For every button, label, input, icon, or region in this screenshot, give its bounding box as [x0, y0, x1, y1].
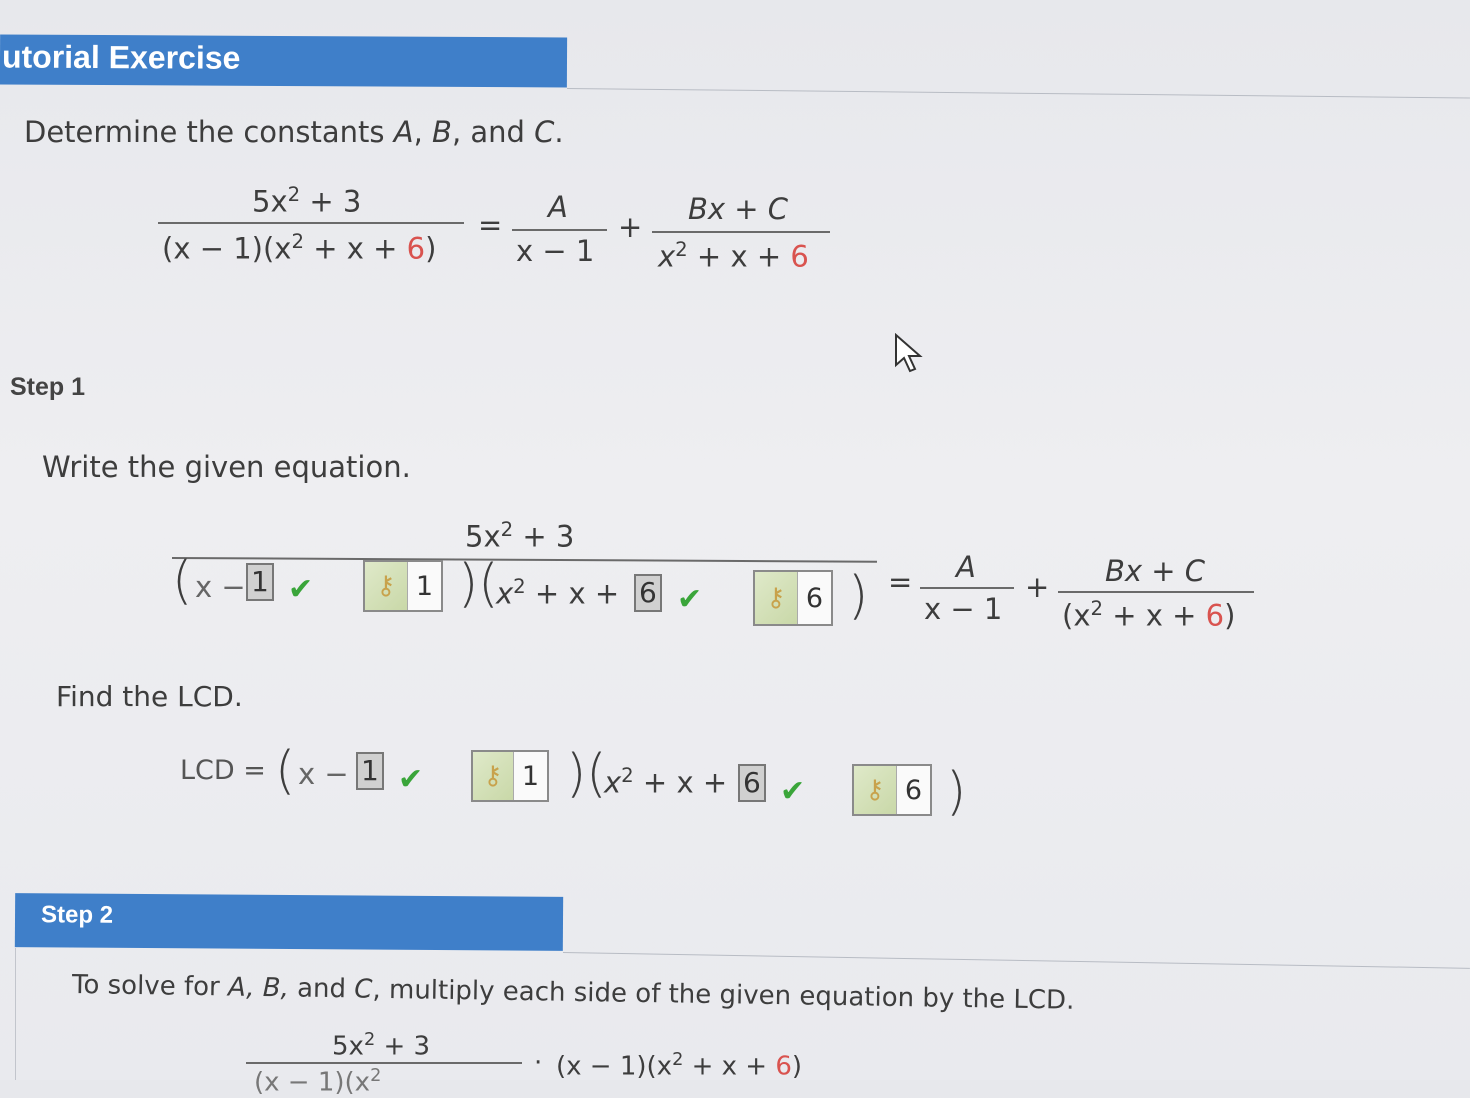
mouse-cursor-icon [895, 333, 923, 373]
step1-close-paren: ) [848, 566, 869, 626]
problem-lhs-numerator: 5x2 + 3 [252, 183, 362, 219]
step2-divider [562, 952, 1470, 969]
problem-plus: + [618, 210, 643, 244]
check-icon: ✔ [677, 582, 703, 617]
step1-close-open-paren: )( [458, 554, 499, 614]
step1-factor1-prefix: x − [195, 570, 246, 604]
lcd-instruction: Find the LCD. [56, 680, 243, 713]
step1-equals: = [888, 565, 913, 599]
step2-denominator-partial: (x − 1)(x2 [254, 1066, 382, 1098]
step1-plus: + [1025, 570, 1050, 604]
step2-numerator: 5x2 + 3 [332, 1030, 431, 1062]
step1-rhs1-fraction-bar [920, 587, 1014, 589]
step1-rhs1-numerator: A [956, 550, 976, 584]
check-icon: ✔ [288, 572, 314, 607]
tutorial-header: utorial Exercise [0, 34, 568, 88]
lcd-open-paren: ( [275, 741, 296, 801]
step1-factor2-answer: 6 [634, 574, 662, 612]
step2-fraction-bar [246, 1062, 522, 1064]
step1-rhs2-numerator: Bx + C [1105, 554, 1206, 588]
lcd-factor2-prefix: x2 + x + [604, 764, 728, 800]
step1-rhs1-denominator: x − 1 [924, 592, 1003, 626]
step1-instruction: Write the given equation. [42, 450, 411, 484]
step1-rhs2-fraction-bar [1058, 591, 1254, 593]
problem-prompt: Determine the constants A, B, and C. [24, 115, 564, 149]
problem-lhs-fraction-bar [158, 222, 464, 224]
lcd-close-open-paren: )( [566, 744, 607, 804]
key-icon: ⚷ [854, 766, 897, 814]
problem-rhs2-fraction-bar [652, 231, 830, 233]
lcd-factor1-prefix: x − [298, 757, 349, 791]
step1-rhs2-denominator: (x2 + x + 6) [1062, 597, 1236, 633]
step2-label: Step 2 [40, 901, 114, 929]
problem-rhs2-denominator: x2 + x + 6 [658, 238, 809, 274]
step2-times: · [534, 1048, 543, 1078]
problem-rhs1-denominator: x − 1 [516, 234, 595, 268]
lcd-factor1-key[interactable]: ⚷ 1 [471, 750, 549, 802]
step1-numerator: 5x2 + 3 [465, 518, 575, 554]
step1-factor1-answer: 1 [246, 563, 274, 601]
key-icon: ⚷ [755, 572, 798, 624]
step2-banner: Step 2 [14, 893, 564, 951]
key-icon: ⚷ [473, 752, 514, 800]
step2-instruction: To solve for A, B, and C, multiply each … [71, 970, 1075, 1016]
step1-factor2-prefix: x2 + x + [496, 575, 620, 611]
problem-rhs2-numerator: Bx + C [688, 192, 789, 226]
step1-fraction-bar [171, 557, 877, 563]
header-divider [566, 88, 1470, 99]
lcd-close-paren: ) [946, 762, 967, 822]
lcd-label: LCD = [180, 755, 266, 786]
lcd-factor2-answer: 6 [738, 764, 766, 802]
step1-factor2-key[interactable]: ⚷ 6 [753, 570, 833, 626]
step1-open-paren: ( [172, 551, 193, 611]
problem-rhs1-numerator: A [548, 190, 568, 224]
check-icon: ✔ [780, 774, 806, 809]
key-icon: ⚷ [365, 562, 408, 610]
problem-equals: = [478, 208, 503, 242]
step1-factor1-key[interactable]: ⚷ 1 [363, 560, 443, 612]
step2-lcd-expression: (x − 1)(x2 + x + 6) [556, 1050, 803, 1082]
check-icon: ✔ [398, 762, 424, 797]
problem-lhs-denominator: (x − 1)(x2 + x + 6) [162, 230, 437, 266]
header-title: utorial Exercise [1, 38, 241, 76]
step2-left-border [15, 948, 16, 1080]
lcd-factor1-answer: 1 [356, 752, 384, 790]
problem-rhs1-fraction-bar [512, 229, 607, 231]
step1-label: Step 1 [10, 373, 86, 401]
lcd-factor2-key[interactable]: ⚷ 6 [852, 764, 932, 816]
